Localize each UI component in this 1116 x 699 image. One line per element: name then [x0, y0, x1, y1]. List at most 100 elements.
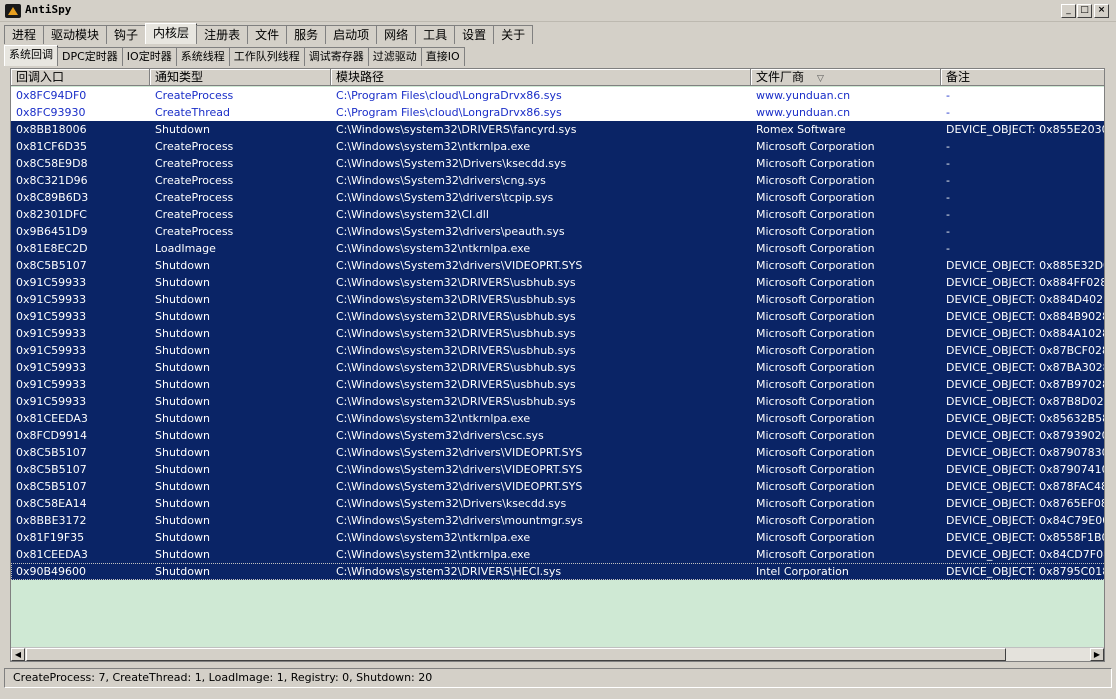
- cell-vendor: Intel Corporation: [756, 565, 849, 578]
- table-row[interactable]: 0x8BBE3172 Shutdown C:\Windows\System32\dr…: [11, 512, 1104, 529]
- main-tab[interactable]: 服务: [286, 25, 327, 44]
- table-row[interactable]: 0x91C59933 Shutdown C:\Windows\system32\DR…: [11, 325, 1104, 342]
- main-tab-bar: 进程 驱动模块 钩子 内核层 注册表 文件 服务 启动项 网络 工具 设置 关于: [4, 23, 534, 44]
- table-row[interactable]: 0x90B49600 Shutdown C:\Windows\system32\DR…: [11, 563, 1104, 580]
- main-tab[interactable]: 设置: [454, 25, 495, 44]
- scrollbar-thumb[interactable]: [26, 648, 1006, 661]
- sub-tab[interactable]: DPC定时器: [57, 47, 123, 66]
- table-row[interactable]: 0x8C5B5107 Shutdown C:\Windows\System32\dr…: [11, 478, 1104, 495]
- main-tab[interactable]: 启动项: [325, 25, 378, 44]
- cell-vendor: Microsoft Corporation: [756, 157, 875, 170]
- table-row[interactable]: 0x8FC93930 CreateThread C:\Program Files\c…: [11, 104, 1104, 121]
- table-row[interactable]: 0x8C5B5107 Shutdown C:\Windows\System32\dr…: [11, 257, 1104, 274]
- table-row[interactable]: 0x8C58E9D8 CreateProcess C:\Windows\System…: [11, 155, 1104, 172]
- main-tab[interactable]: 文件: [247, 25, 288, 44]
- cell-type: Shutdown: [155, 310, 210, 323]
- cell-path: C:\Windows\system32\ntkrnlpa.exe: [336, 140, 531, 153]
- table-row[interactable]: 0x91C59933 Shutdown C:\Windows\system32\DR…: [11, 376, 1104, 393]
- cell-note: DEVICE_OBJECT: 0x884B9028: [946, 310, 1105, 323]
- table-row[interactable]: 0x91C59933 Shutdown C:\Windows\system32\DR…: [11, 274, 1104, 291]
- table-row[interactable]: 0x81CEEDA3 Shutdown C:\Windows\system32\nt…: [11, 546, 1105, 563]
- horizontal-scrollbar[interactable]: ◀ ▶: [11, 647, 1104, 661]
- cell-entry: 0x91C59933: [16, 395, 87, 408]
- sub-tab[interactable]: 系统线程: [175, 47, 230, 66]
- scroll-right-icon[interactable]: ▶: [1090, 648, 1104, 661]
- cell-vendor: Microsoft Corporation: [756, 497, 875, 510]
- main-tab[interactable]: 关于: [493, 25, 534, 44]
- table-row[interactable]: 0x91C59933 Shutdown C:\Windows\system32\DR…: [11, 359, 1104, 376]
- cell-vendor: Microsoft Corporation: [756, 208, 875, 221]
- table-row[interactable]: 0x91C59933 Shutdown C:\Windows\system32\DR…: [11, 393, 1104, 410]
- table-row[interactable]: 0x8FC94DF0 CreateProcess C:\Program Files\…: [11, 87, 1104, 104]
- cell-vendor: Microsoft Corporation: [756, 259, 875, 272]
- cell-path: C:\Windows\system32\DRIVERS\HECI.sys: [336, 565, 562, 578]
- cell-note: -: [946, 191, 950, 204]
- cell-entry: 0x8FC93930: [16, 106, 86, 119]
- table-row[interactable]: 0x9B6451D9 CreateProcess C:\Windows\System…: [11, 223, 1104, 240]
- cell-vendor: Microsoft Corporation: [756, 463, 875, 476]
- sub-tab[interactable]: 调试寄存器: [303, 47, 369, 66]
- table-row[interactable]: 0x8FCD9914 Shutdown C:\Windows\System32\dr…: [11, 427, 1104, 444]
- table-row[interactable]: 0x8C5B5107 Shutdown C:\Windows\System32\dr…: [11, 461, 1104, 478]
- cell-type: CreateProcess: [155, 157, 234, 170]
- cell-entry: 0x91C59933: [16, 276, 87, 289]
- table-row[interactable]: 0x8C321D96 CreateProcess C:\Windows\System…: [11, 172, 1104, 189]
- cell-path: C:\Windows\system32\DRIVERS\fancyrd.sys: [336, 123, 577, 136]
- cell-entry: 0x90B49600: [16, 565, 87, 578]
- cell-vendor: Microsoft Corporation: [756, 514, 875, 527]
- cell-note: -: [946, 208, 950, 221]
- callback-list[interactable]: 回调入口 通知类型 模块路径 文件厂商 ▽ 备注 0x8FC94DF0 Create…: [10, 68, 1105, 662]
- column-header-note[interactable]: 备注: [941, 69, 1104, 86]
- cell-type: Shutdown: [155, 446, 210, 459]
- main-tab[interactable]: 钩子: [106, 25, 147, 44]
- table-row[interactable]: 0x81E8EC2D LoadImage C:\Windows\system32\n…: [11, 240, 1104, 257]
- column-header-entry[interactable]: 回调入口: [11, 69, 150, 86]
- table-row[interactable]: 0x8C58EA14 Shutdown C:\Windows\System32\Dr…: [11, 495, 1104, 512]
- sort-descending-icon: ▽: [817, 74, 824, 84]
- cell-vendor: Microsoft Corporation: [756, 327, 875, 340]
- minimize-icon[interactable]: _: [1061, 4, 1076, 18]
- column-header-vendor-label: 文件厂商: [756, 70, 805, 84]
- column-header-vendor[interactable]: 文件厂商 ▽: [751, 69, 941, 86]
- cell-path: C:\Windows\system32\ntkrnlpa.exe: [336, 531, 531, 544]
- cell-vendor: Microsoft Corporation: [756, 531, 875, 544]
- cell-entry: 0x8C89B6D3: [16, 191, 89, 204]
- sub-tab[interactable]: 系统回调: [4, 45, 58, 66]
- column-header-path[interactable]: 模块路径: [331, 69, 751, 86]
- main-tab[interactable]: 驱动模块: [43, 25, 108, 44]
- cell-path: C:\Windows\system32\CI.dll: [336, 208, 489, 221]
- table-row[interactable]: 0x82301DFC CreateProcess C:\Windows\system…: [11, 206, 1104, 223]
- main-tab[interactable]: 注册表: [196, 25, 249, 44]
- main-tab[interactable]: 进程: [4, 25, 45, 44]
- sub-tab[interactable]: 过滤驱动: [367, 47, 422, 66]
- cell-vendor: www.yunduan.cn: [756, 106, 851, 119]
- table-row[interactable]: 0x91C59933 Shutdown C:\Windows\system32\DR…: [11, 342, 1104, 359]
- table-row[interactable]: 0x8C89B6D3 CreateProcess C:\Windows\System…: [11, 189, 1104, 206]
- sub-tab[interactable]: 工作队列线程: [228, 47, 305, 66]
- table-row[interactable]: 0x91C59933 Shutdown C:\Windows\system32\DR…: [11, 291, 1104, 308]
- table-row[interactable]: 0x81F19F35 Shutdown C:\Windows\system32\nt…: [11, 529, 1104, 546]
- cell-note: DEVICE_OBJECT: 0x84CD7F08: [946, 548, 1105, 561]
- maximize-icon[interactable]: □: [1077, 4, 1092, 18]
- column-header-type[interactable]: 通知类型: [150, 69, 331, 86]
- close-icon[interactable]: ×: [1094, 4, 1109, 18]
- sub-tab[interactable]: 直接IO: [420, 47, 465, 66]
- main-tab[interactable]: 工具: [415, 25, 456, 44]
- main-tab[interactable]: 内核层: [145, 23, 198, 44]
- table-row[interactable]: 0x81CEEDA3 Shutdown C:\Windows\system32\nt…: [11, 410, 1104, 427]
- scroll-left-icon[interactable]: ◀: [11, 648, 25, 661]
- sub-tab[interactable]: IO定时器: [121, 47, 177, 66]
- cell-path: C:\Windows\System32\drivers\VIDEOPRT.SYS: [336, 480, 583, 493]
- table-row[interactable]: 0x8BB18006 Shutdown C:\Windows\system32\DR…: [11, 121, 1104, 138]
- table-row[interactable]: 0x81CF6D35 CreateProcess C:\Windows\system…: [11, 138, 1104, 155]
- title-bar[interactable]: AntiSpy _ □ ×: [0, 0, 1116, 22]
- list-header: 回调入口 通知类型 模块路径 文件厂商 ▽ 备注: [11, 69, 1104, 86]
- main-tab[interactable]: 网络: [376, 25, 417, 44]
- cell-type: Shutdown: [155, 361, 210, 374]
- cell-entry: 0x8C5B5107: [16, 463, 87, 476]
- table-row[interactable]: 0x91C59933 Shutdown C:\Windows\system32\DR…: [11, 308, 1105, 325]
- table-row[interactable]: 0x8C5B5107 Shutdown C:\Windows\System32\dr…: [11, 444, 1105, 461]
- cell-vendor: Microsoft Corporation: [756, 310, 875, 323]
- cell-note: DEVICE_OBJECT: 0x87907830: [946, 446, 1105, 459]
- cell-entry: 0x91C59933: [16, 310, 87, 323]
